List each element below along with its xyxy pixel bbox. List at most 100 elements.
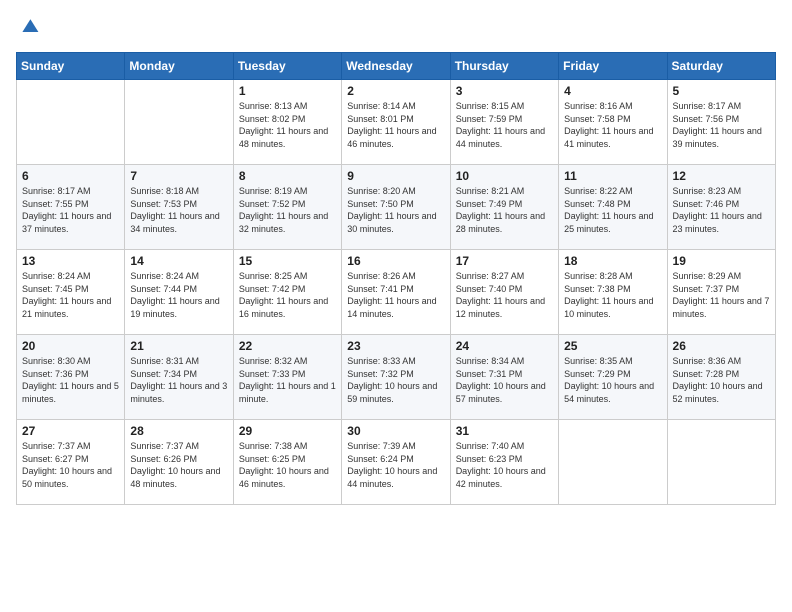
weekday-header: Sunday (17, 53, 125, 80)
day-info: Sunrise: 8:30 AM Sunset: 7:36 PM Dayligh… (22, 355, 119, 405)
day-number: 26 (673, 339, 770, 353)
calendar-cell: 1Sunrise: 8:13 AM Sunset: 8:02 PM Daylig… (233, 80, 341, 165)
calendar-cell: 29Sunrise: 7:38 AM Sunset: 6:25 PM Dayli… (233, 420, 341, 505)
calendar-cell: 22 Sunrise: 8:32 AM Sunset: 7:33 PM Dayli… (233, 335, 341, 420)
day-number: 13 (22, 254, 119, 268)
day-number: 22 (239, 339, 336, 353)
weekday-header: Thursday (450, 53, 558, 80)
calendar-cell: 6 Sunrise: 8:17 AM Sunset: 7:55 PM Daylig… (17, 165, 125, 250)
day-info: Sunrise: 7:39 AM Sunset: 6:24 PM Dayligh… (347, 440, 444, 490)
day-number: 20 (22, 339, 119, 353)
calendar-cell: 3 Sunrise: 8:15 AM Sunset: 7:59 PM Daylig… (450, 80, 558, 165)
calendar-cell: 11 Sunrise: 8:22 AM Sunset: 7:48 PM Dayli… (559, 165, 667, 250)
calendar-table: SundayMondayTuesdayWednesdayThursdayFrid… (16, 52, 776, 505)
day-number: 15 (239, 254, 336, 268)
day-info: Sunrise: 8:15 AM Sunset: 7:59 PM Dayligh… (456, 100, 553, 150)
day-info: Sunrise: 8:35 AM Sunset: 7:29 PM Dayligh… (564, 355, 661, 405)
calendar-cell: 20 Sunrise: 8:30 AM Sunset: 7:36 PM Dayli… (17, 335, 125, 420)
calendar-cell: 28 Sunrise: 7:37 AM Sunset: 6:26 PM Dayli… (125, 420, 233, 505)
weekday-header: Saturday (667, 53, 775, 80)
day-info: Sunrise: 8:26 AM Sunset: 7:41 PM Dayligh… (347, 270, 444, 320)
day-number: 14 (130, 254, 227, 268)
day-number: 8 (239, 169, 336, 183)
day-info: Sunrise: 8:36 AM Sunset: 7:28 PM Dayligh… (673, 355, 770, 405)
calendar-header-row: SundayMondayTuesdayWednesdayThursdayFrid… (17, 53, 776, 80)
day-info: Sunrise: 8:20 AM Sunset: 7:50 PM Dayligh… (347, 185, 444, 235)
calendar-cell (667, 420, 775, 505)
day-number: 2 (347, 84, 444, 98)
day-number: 4 (564, 84, 661, 98)
calendar-cell: 12Sunrise: 8:23 AM Sunset: 7:46 PM Dayli… (667, 165, 775, 250)
page-header (16, 16, 776, 40)
day-info: Sunrise: 8:24 AM Sunset: 7:44 PM Dayligh… (130, 270, 227, 320)
day-info: Sunrise: 8:31 AM Sunset: 7:34 PM Dayligh… (130, 355, 227, 405)
day-number: 23 (347, 339, 444, 353)
day-number: 18 (564, 254, 661, 268)
day-info: Sunrise: 8:28 AM Sunset: 7:38 PM Dayligh… (564, 270, 661, 320)
calendar-cell: 16 Sunrise: 8:26 AM Sunset: 7:41 PM Dayli… (342, 250, 450, 335)
calendar-cell: 2 Sunrise: 8:14 AM Sunset: 8:01 PM Daylig… (342, 80, 450, 165)
calendar-cell: 25 Sunrise: 8:35 AM Sunset: 7:29 PM Dayli… (559, 335, 667, 420)
calendar-cell: 19 Sunrise: 8:29 AM Sunset: 7:37 PM Dayli… (667, 250, 775, 335)
day-number: 24 (456, 339, 553, 353)
day-number: 28 (130, 424, 227, 438)
calendar-cell: 5 Sunrise: 8:17 AM Sunset: 7:56 PM Daylig… (667, 80, 775, 165)
day-info: Sunrise: 8:29 AM Sunset: 7:37 PM Dayligh… (673, 270, 770, 320)
day-number: 19 (673, 254, 770, 268)
day-number: 17 (456, 254, 553, 268)
calendar-cell: 31Sunrise: 7:40 AM Sunset: 6:23 PM Dayli… (450, 420, 558, 505)
day-number: 30 (347, 424, 444, 438)
calendar-cell: 7Sunrise: 8:18 AM Sunset: 7:53 PM Daylig… (125, 165, 233, 250)
day-info: Sunrise: 7:37 AM Sunset: 6:26 PM Dayligh… (130, 440, 227, 490)
calendar-cell: 23 Sunrise: 8:33 AM Sunset: 7:32 PM Dayli… (342, 335, 450, 420)
day-number: 27 (22, 424, 119, 438)
day-info: Sunrise: 8:17 AM Sunset: 7:55 PM Dayligh… (22, 185, 119, 235)
day-info: Sunrise: 8:17 AM Sunset: 7:56 PM Dayligh… (673, 100, 770, 150)
calendar-week-row: 20 Sunrise: 8:30 AM Sunset: 7:36 PM Dayli… (17, 335, 776, 420)
day-info: Sunrise: 8:19 AM Sunset: 7:52 PM Dayligh… (239, 185, 336, 235)
day-info: Sunrise: 7:38 AM Sunset: 6:25 PM Dayligh… (239, 440, 336, 490)
calendar-cell: 26 Sunrise: 8:36 AM Sunset: 7:28 PM Dayli… (667, 335, 775, 420)
day-info: Sunrise: 8:33 AM Sunset: 7:32 PM Dayligh… (347, 355, 444, 405)
day-info: Sunrise: 8:22 AM Sunset: 7:48 PM Dayligh… (564, 185, 661, 235)
calendar-week-row: 13Sunrise: 8:24 AM Sunset: 7:45 PM Dayli… (17, 250, 776, 335)
calendar-cell: 9 Sunrise: 8:20 AM Sunset: 7:50 PM Daylig… (342, 165, 450, 250)
day-info: Sunrise: 8:27 AM Sunset: 7:40 PM Dayligh… (456, 270, 553, 320)
calendar-cell: 10Sunrise: 8:21 AM Sunset: 7:49 PM Dayli… (450, 165, 558, 250)
calendar-cell: 24 Sunrise: 8:34 AM Sunset: 7:31 PM Dayli… (450, 335, 558, 420)
calendar-cell: 15 Sunrise: 8:25 AM Sunset: 7:42 PM Dayli… (233, 250, 341, 335)
day-number: 16 (347, 254, 444, 268)
logo-icon (16, 16, 40, 40)
day-info: Sunrise: 8:34 AM Sunset: 7:31 PM Dayligh… (456, 355, 553, 405)
weekday-header: Wednesday (342, 53, 450, 80)
calendar-cell: 13Sunrise: 8:24 AM Sunset: 7:45 PM Dayli… (17, 250, 125, 335)
day-number: 12 (673, 169, 770, 183)
day-number: 31 (456, 424, 553, 438)
day-number: 5 (673, 84, 770, 98)
day-number: 11 (564, 169, 661, 183)
weekday-header: Tuesday (233, 53, 341, 80)
day-number: 1 (239, 84, 336, 98)
calendar-week-row: 1Sunrise: 8:13 AM Sunset: 8:02 PM Daylig… (17, 80, 776, 165)
day-number: 21 (130, 339, 227, 353)
day-number: 10 (456, 169, 553, 183)
calendar-cell (125, 80, 233, 165)
day-info: Sunrise: 7:37 AM Sunset: 6:27 PM Dayligh… (22, 440, 119, 490)
day-info: Sunrise: 8:25 AM Sunset: 7:42 PM Dayligh… (239, 270, 336, 320)
day-number: 9 (347, 169, 444, 183)
day-info: Sunrise: 8:14 AM Sunset: 8:01 PM Dayligh… (347, 100, 444, 150)
calendar-cell (559, 420, 667, 505)
calendar-cell: 21 Sunrise: 8:31 AM Sunset: 7:34 PM Dayli… (125, 335, 233, 420)
calendar-cell: 30 Sunrise: 7:39 AM Sunset: 6:24 PM Dayli… (342, 420, 450, 505)
calendar-cell: 27 Sunrise: 7:37 AM Sunset: 6:27 PM Dayli… (17, 420, 125, 505)
day-number: 25 (564, 339, 661, 353)
day-info: Sunrise: 8:18 AM Sunset: 7:53 PM Dayligh… (130, 185, 227, 235)
calendar-cell (17, 80, 125, 165)
day-number: 3 (456, 84, 553, 98)
day-info: Sunrise: 8:32 AM Sunset: 7:33 PM Dayligh… (239, 355, 336, 405)
day-number: 6 (22, 169, 119, 183)
calendar-cell: 8 Sunrise: 8:19 AM Sunset: 7:52 PM Daylig… (233, 165, 341, 250)
weekday-header: Monday (125, 53, 233, 80)
calendar-week-row: 27 Sunrise: 7:37 AM Sunset: 6:27 PM Dayli… (17, 420, 776, 505)
calendar-cell: 18 Sunrise: 8:28 AM Sunset: 7:38 PM Dayli… (559, 250, 667, 335)
